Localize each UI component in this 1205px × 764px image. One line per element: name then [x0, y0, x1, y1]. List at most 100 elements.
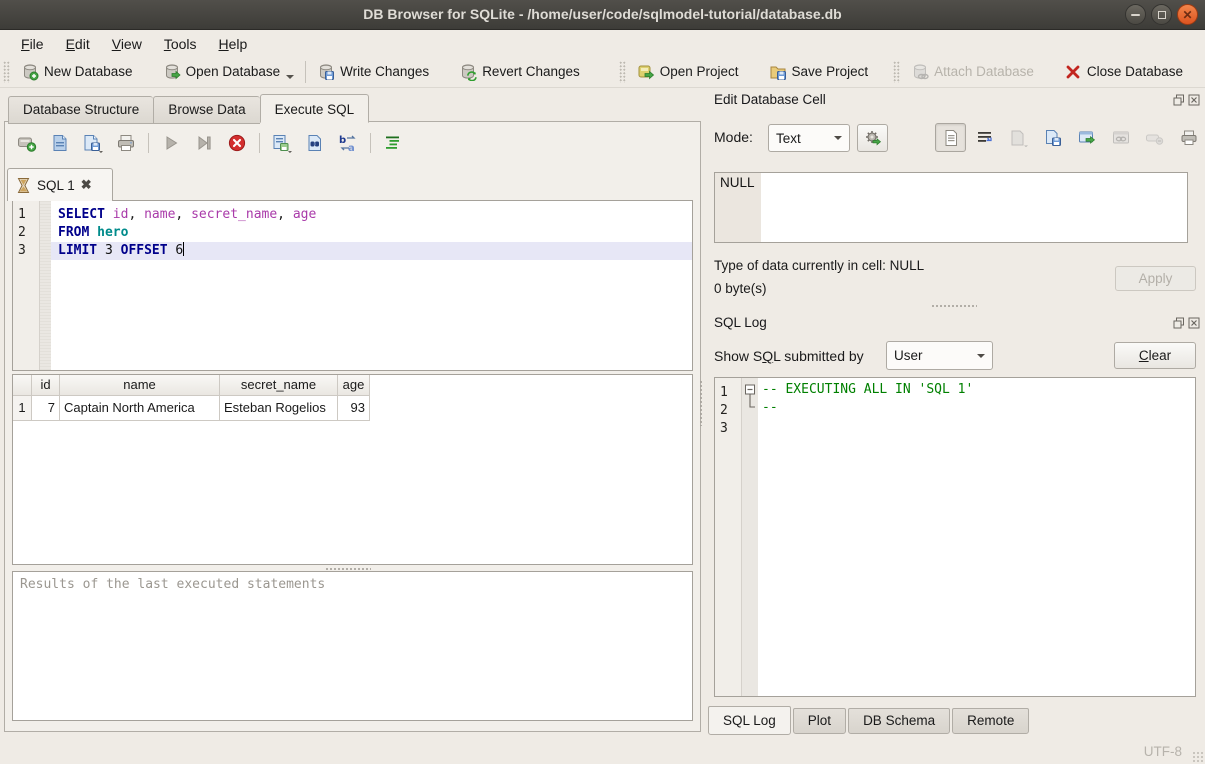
column-header-id[interactable]: id — [32, 375, 60, 396]
chevron-down-icon — [977, 354, 985, 358]
svg-text:a: a — [348, 143, 355, 153]
dock-splitter-handle[interactable] — [699, 380, 704, 426]
table-row: 1 7 Captain North America Esteban Rogeli… — [13, 396, 692, 421]
export-text-button[interactable] — [1037, 123, 1068, 152]
code-area[interactable]: SELECT id, name, secret_name, age FROM h… — [51, 201, 692, 370]
cell-name[interactable]: Captain North America — [60, 396, 220, 421]
print-sql-button[interactable] — [114, 131, 138, 155]
attach-database-icon — [911, 63, 929, 81]
mode-combobox[interactable]: Text — [768, 124, 850, 152]
fold-marker-icon[interactable] — [742, 378, 758, 418]
new-sql-tab-button[interactable] — [15, 131, 39, 155]
word-wrap-button[interactable] — [969, 123, 1000, 152]
execute-all-button[interactable] — [159, 131, 183, 155]
dock-tab-remote[interactable]: Remote — [952, 708, 1029, 734]
encoding-indicator: UTF-8 — [1144, 744, 1182, 759]
format-sql-icon — [383, 133, 403, 153]
cell-secret-name[interactable]: Esteban Rogelios — [220, 396, 338, 421]
dock-tab-db-schema[interactable]: DB Schema — [848, 708, 950, 734]
menu-file[interactable]: File — [10, 33, 55, 55]
minimize-button[interactable] — [1125, 4, 1146, 25]
open-database-dropdown-arrow[interactable] — [286, 75, 294, 79]
log-line-number-gutter: 1 2 3 — [715, 378, 742, 696]
tab-browse-data[interactable]: Browse Data — [153, 96, 259, 124]
cell-value-editor[interactable]: NULL — [714, 172, 1188, 243]
sql-toolbar: b a — [15, 130, 405, 156]
menu-view[interactable]: View — [101, 33, 153, 55]
toolbar-handle[interactable] — [3, 61, 10, 83]
sql-tab-close-icon[interactable]: ✖ — [81, 177, 92, 193]
open-project-icon — [637, 63, 655, 81]
save-sql-file-button[interactable] — [81, 131, 105, 155]
menubar: File Edit View Tools Help — [0, 31, 1205, 56]
marker-margin — [40, 201, 51, 370]
format-sql-button[interactable] — [381, 131, 405, 155]
maximize-button[interactable] — [1151, 4, 1172, 25]
float-icon[interactable] — [1173, 317, 1185, 329]
show-sql-label: Show SQL submitted by — [714, 348, 864, 364]
cell-type-info: Type of data currently in cell: NULL — [714, 258, 924, 273]
open-project-button[interactable]: Open Project — [629, 60, 747, 84]
execute-current-line-button[interactable] — [192, 131, 216, 155]
find-replace-button[interactable]: b a — [336, 131, 360, 155]
open-external-button[interactable] — [1071, 123, 1102, 152]
dock-tabbar: SQL Log Plot DB Schema Remote — [708, 706, 1029, 735]
row-number[interactable]: 1 — [13, 396, 32, 421]
float-icon[interactable] — [1173, 94, 1185, 106]
menu-edit[interactable]: Edit — [55, 33, 101, 55]
sql-editor[interactable]: 1 2 3 SELECT id, name, secret_name, age … — [12, 200, 693, 371]
print-icon — [116, 133, 136, 153]
close-database-button[interactable]: Close Database — [1056, 60, 1191, 84]
close-button[interactable]: ✕ — [1177, 4, 1198, 25]
revert-changes-button[interactable]: Revert Changes — [451, 60, 588, 84]
write-changes-button[interactable]: Write Changes — [309, 60, 437, 84]
dock-tab-plot[interactable]: Plot — [793, 708, 846, 734]
menu-tools[interactable]: Tools — [153, 33, 208, 55]
column-header-age[interactable]: age — [338, 375, 370, 396]
print-cell-button[interactable] — [1173, 123, 1204, 152]
write-changes-icon — [317, 63, 335, 81]
export-results-icon — [271, 133, 293, 153]
new-database-button[interactable]: New Database — [13, 60, 141, 84]
stop-button[interactable] — [225, 131, 249, 155]
minimize-icon — [1131, 14, 1140, 16]
main-toolbar: New Database Open Database Write Changes — [0, 56, 1205, 88]
copy-link-icon — [1112, 129, 1130, 147]
column-header-name[interactable]: name — [60, 375, 220, 396]
dock-tab-sql-log[interactable]: SQL Log — [708, 706, 791, 735]
close-icon[interactable] — [1188, 94, 1200, 106]
column-header-secret-name[interactable]: secret_name — [220, 375, 338, 396]
text-mode-button[interactable] — [935, 123, 966, 152]
sql-log-dock-title: SQL Log — [714, 315, 767, 330]
cell-age[interactable]: 93 — [338, 396, 370, 421]
main-tabbar: Database Structure Browse Data Execute S… — [8, 94, 369, 124]
sql-log-view[interactable]: 1 2 3 -- EXECUTING ALL IN 'SQL 1' -- — [714, 377, 1196, 697]
resize-grip[interactable] — [1192, 751, 1203, 762]
tab-execute-sql[interactable]: Execute SQL — [260, 94, 370, 123]
edit-cell-dock-title: Edit Database Cell — [714, 92, 826, 107]
submitted-by-combobox[interactable]: User — [886, 341, 993, 370]
toolbar-handle[interactable] — [893, 61, 900, 83]
code-line-3-current: LIMIT 3 OFFSET 6 — [51, 242, 692, 260]
titlebar[interactable]: DB Browser for SQLite - /home/user/code/… — [0, 0, 1205, 30]
toolbar-handle[interactable] — [619, 61, 626, 83]
close-icon[interactable] — [1188, 317, 1200, 329]
tab-database-structure[interactable]: Database Structure — [8, 96, 153, 124]
find-button[interactable] — [303, 131, 327, 155]
save-project-button[interactable]: Save Project — [761, 60, 877, 84]
fold-margin — [742, 378, 758, 696]
cell-id[interactable]: 7 — [32, 396, 60, 421]
import-text-button — [1003, 123, 1034, 152]
auto-apply-button[interactable] — [857, 124, 888, 152]
close-database-icon — [1064, 63, 1082, 81]
open-database-button[interactable]: Open Database — [155, 60, 303, 84]
open-sql-file-button[interactable] — [48, 131, 72, 155]
hourglass-icon — [16, 177, 31, 194]
svg-text:b: b — [339, 135, 346, 146]
sql-file-tab[interactable]: SQL 1 ✖ — [7, 168, 113, 201]
attach-database-button: Attach Database — [903, 60, 1042, 84]
dock-splitter-handle[interactable] — [931, 304, 977, 309]
clear-button[interactable]: Clear — [1114, 342, 1196, 369]
export-results-button[interactable] — [270, 131, 294, 155]
menu-help[interactable]: Help — [208, 33, 259, 55]
